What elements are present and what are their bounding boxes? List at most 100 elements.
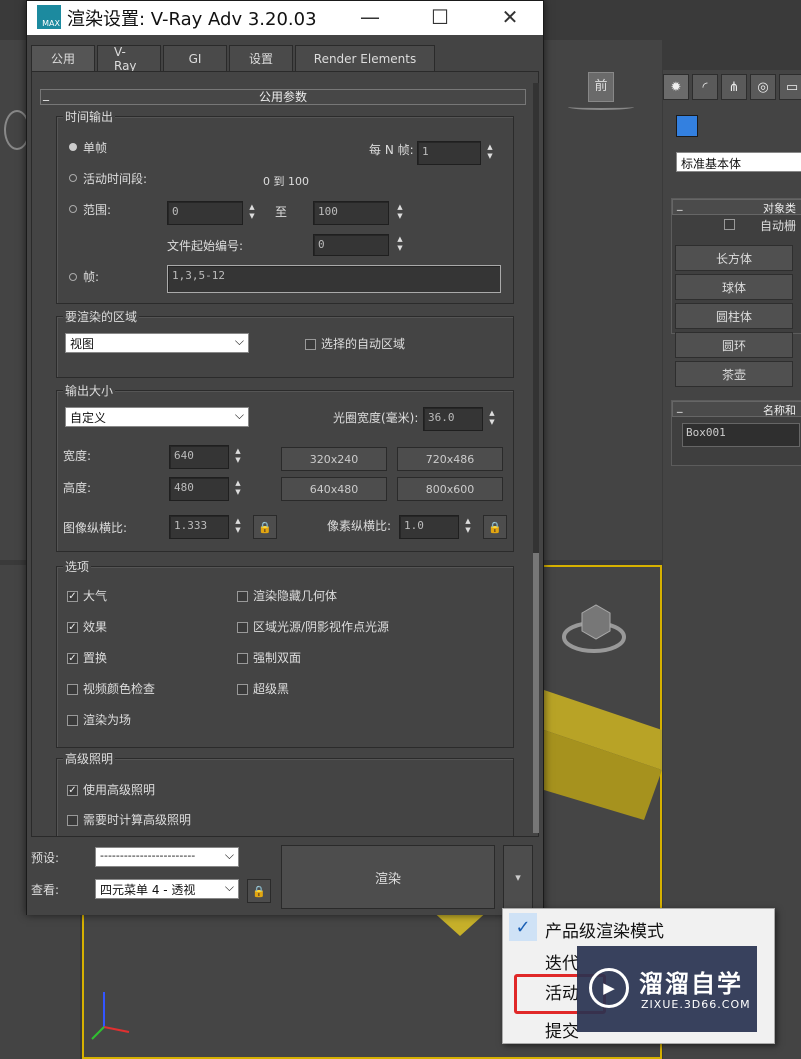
panel-scrollbar[interactable]	[533, 83, 539, 833]
common-parameters-header[interactable]: _ 公用参数	[40, 87, 526, 105]
option-label: 使用高级照明	[83, 783, 156, 797]
spinner-arrows-icon[interactable]: ▲ ▼	[233, 479, 243, 499]
spinner-arrows-icon[interactable]: ▲ ▼	[247, 203, 257, 223]
object-color-swatch[interactable]	[676, 115, 698, 137]
file-start-input[interactable]: 0	[313, 234, 389, 256]
spinner-arrows-icon[interactable]: ▲ ▼	[395, 235, 405, 255]
lock-view-icon[interactable]: 🔒	[247, 879, 271, 903]
aperture-label: 光圈宽度(毫米):	[333, 411, 419, 425]
range-radio[interactable]	[69, 205, 77, 213]
use-advanced-lighting-checkbox[interactable]: ✓	[67, 785, 78, 796]
area-lights-checkbox[interactable]	[237, 622, 248, 633]
sphere-button[interactable]: 球体	[675, 274, 793, 300]
tab-gi[interactable]: GI	[163, 45, 227, 72]
rollout-header[interactable]: _ 对象类	[672, 198, 801, 215]
render-setup-dialog: MAX 渲染设置: V-Ray Adv 3.20.03 — ☐ ✕ 公用 V-R…	[26, 0, 544, 915]
autogrid-row: 自动栅	[672, 215, 801, 235]
option-label: 置换	[83, 651, 108, 665]
viewcube-perspective[interactable]	[544, 597, 644, 667]
active-segment-radio[interactable]	[69, 174, 77, 182]
viewport-front[interactable]: 前	[544, 40, 662, 560]
atmosphere-checkbox[interactable]: ✓	[67, 591, 78, 602]
viewcube-front[interactable]: 前	[566, 70, 636, 110]
displacement-checkbox[interactable]: ✓	[67, 653, 78, 664]
render-to-fields-checkbox[interactable]	[67, 715, 78, 726]
menu-item-iterative[interactable]: 迭代	[545, 949, 579, 974]
spinner-arrows-icon[interactable]: ▲ ▼	[463, 517, 473, 537]
output-size-dropdown[interactable]: 自定义 ⌵	[65, 407, 249, 427]
render-area-dropdown[interactable]: 视图 ⌵	[65, 333, 249, 353]
lock-icon[interactable]: 🔒	[253, 515, 277, 539]
every-n-input[interactable]: 1	[417, 141, 481, 165]
single-frame-radio[interactable]	[69, 143, 77, 151]
output-size-value: 自定义	[70, 411, 107, 425]
spinner-arrows-icon[interactable]: ▲ ▼	[487, 409, 497, 429]
autogrid-checkbox[interactable]	[724, 219, 735, 230]
time-output-group: 时间输出 单帧 每 N 帧: 1 ▲ ▼ 活动时间段: 0 到 100 范围: 0…	[56, 108, 514, 304]
maximize-button[interactable]: ☐	[417, 1, 463, 33]
object-name-input[interactable]: Box001	[682, 423, 800, 447]
output-size-group: 输出大小 自定义 ⌵ 光圈宽度(毫米): 36.0 ▲ ▼ 宽度: 640 ▲ ▼ 高…	[56, 382, 514, 552]
menu-item-submit[interactable]: 提交	[545, 1017, 579, 1042]
cylinder-button[interactable]: 圆柱体	[675, 303, 793, 329]
spinner-arrows-icon[interactable]: ▲ ▼	[485, 143, 495, 163]
tab-settings[interactable]: 设置	[229, 45, 293, 72]
compute-advanced-lighting-checkbox[interactable]	[67, 815, 78, 826]
option-label: 渲染为场	[83, 713, 132, 727]
rollout-title: 对象类	[763, 202, 796, 215]
preset-dropdown[interactable]: ------------------------ ⌵	[95, 847, 239, 867]
spinner-arrows-icon[interactable]: ▲ ▼	[233, 447, 243, 467]
create-tab-icon[interactable]: ✹	[663, 74, 689, 100]
preset-640x480-button[interactable]: 640x480	[281, 477, 387, 501]
tab-common[interactable]: 公用	[31, 45, 95, 72]
view-dropdown[interactable]: 四元菜单 4 - 透视 ⌵	[95, 879, 239, 899]
frames-radio[interactable]	[69, 273, 77, 281]
range-end-input[interactable]: 100	[313, 201, 389, 225]
preset-720x486-button[interactable]: 720x486	[397, 447, 503, 471]
spinner-arrows-icon[interactable]: ▲ ▼	[233, 517, 243, 537]
tab-render-elements[interactable]: Render Elements	[295, 45, 435, 72]
effects-checkbox[interactable]: ✓	[67, 622, 78, 633]
force-2-sided-checkbox[interactable]	[237, 653, 248, 664]
teapot-button[interactable]: 茶壶	[675, 361, 793, 387]
torus-button[interactable]: 圆环	[675, 332, 793, 358]
box-object[interactable]	[544, 690, 662, 890]
aperture-input[interactable]: 36.0	[423, 407, 483, 431]
title-bar[interactable]: MAX 渲染设置: V-Ray Adv 3.20.03 — ☐ ✕	[27, 1, 543, 35]
image-aspect-input[interactable]: 1.333	[169, 515, 229, 539]
height-input[interactable]: 480	[169, 477, 229, 501]
watermark-title: 溜溜自学	[639, 970, 743, 998]
super-black-checkbox[interactable]	[237, 684, 248, 695]
range-start-input[interactable]: 0	[167, 201, 243, 225]
option-label: 区域光源/阴影视作点光源	[253, 620, 390, 634]
minimize-button[interactable]: —	[347, 1, 393, 33]
rollout-title: 名称和	[763, 404, 796, 417]
rollout-header[interactable]: _ 名称和	[672, 400, 801, 417]
render-hidden-checkbox[interactable]	[237, 591, 248, 602]
axis-gizmo	[91, 992, 130, 1040]
tab-vray[interactable]: V-Ray	[97, 45, 161, 73]
render-button[interactable]: 渲染	[281, 845, 495, 909]
pixel-aspect-input[interactable]: 1.0	[399, 515, 459, 539]
hierarchy-tab-icon[interactable]: ⋔	[721, 74, 747, 100]
frames-input[interactable]: 1,3,5-12	[167, 265, 501, 293]
frames-label: 帧:	[83, 270, 100, 284]
close-button[interactable]: ✕	[487, 1, 533, 33]
lock-icon[interactable]: 🔒	[483, 515, 507, 539]
spinner-arrows-icon[interactable]: ▲ ▼	[395, 203, 405, 223]
option-label: 大气	[83, 589, 108, 603]
render-mode-menu-button[interactable]: ▾	[503, 845, 533, 909]
modify-tab-icon[interactable]: ◜	[692, 74, 718, 100]
scrollbar-thumb[interactable]	[533, 553, 539, 833]
box-button[interactable]: 长方体	[675, 245, 793, 271]
display-tab-icon[interactable]: ▭	[779, 74, 801, 100]
menu-item-production[interactable]: 产品级渲染模式	[545, 917, 664, 942]
auto-region-checkbox[interactable]	[305, 339, 316, 350]
option-label: 超级黑	[253, 682, 290, 696]
preset-800x600-button[interactable]: 800x600	[397, 477, 503, 501]
preset-320x240-button[interactable]: 320x240	[281, 447, 387, 471]
motion-tab-icon[interactable]: ◎	[750, 74, 776, 100]
width-input[interactable]: 640	[169, 445, 229, 469]
video-color-check-checkbox[interactable]	[67, 684, 78, 695]
object-category-dropdown[interactable]: 标准基本体	[676, 152, 801, 172]
